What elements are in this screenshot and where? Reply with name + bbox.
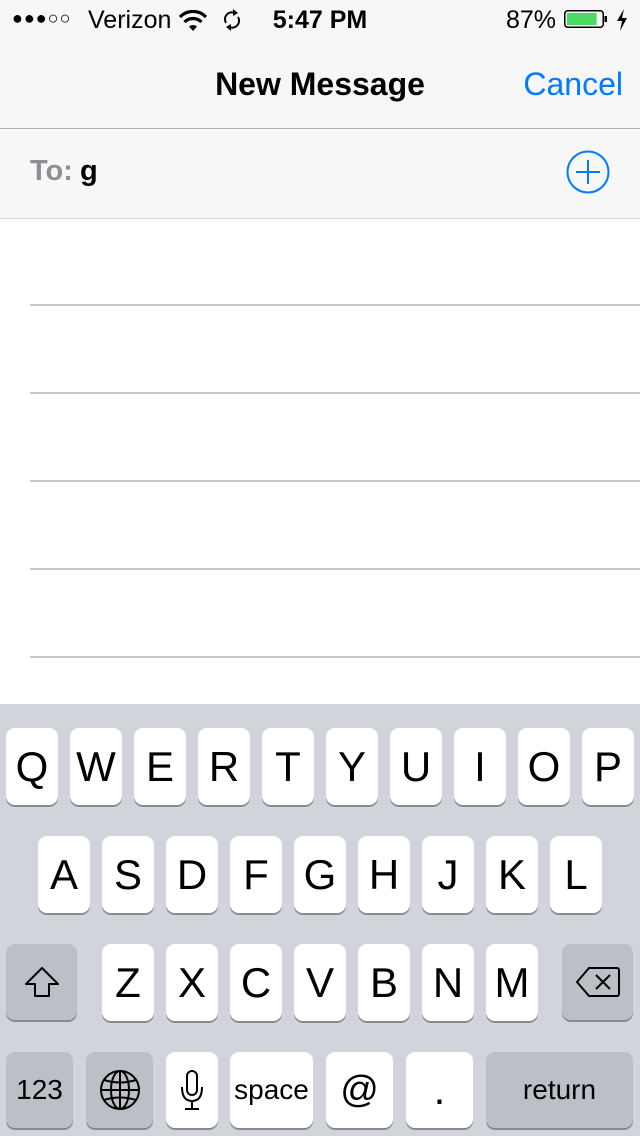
at-key[interactable]: @ xyxy=(326,1052,393,1128)
key-label: P xyxy=(593,742,622,790)
to-label: To: xyxy=(30,155,73,187)
key-label: S xyxy=(113,850,142,898)
battery-icon xyxy=(564,10,607,28)
backspace-icon xyxy=(575,967,620,997)
key-label: Q xyxy=(15,742,49,790)
key-z[interactable]: Z xyxy=(102,944,154,1021)
key-a[interactable]: A xyxy=(38,836,90,913)
space-key-label: space xyxy=(234,1074,309,1105)
period-key[interactable]: . xyxy=(406,1052,473,1128)
key-f[interactable]: F xyxy=(230,836,282,913)
microphone-icon xyxy=(181,1070,203,1110)
key-label: G xyxy=(303,850,337,898)
key-q[interactable]: Q xyxy=(6,728,58,805)
list-separator xyxy=(30,656,640,658)
key-label: H xyxy=(368,850,400,898)
return-key[interactable]: return xyxy=(486,1052,633,1128)
key-label: J xyxy=(437,850,459,898)
key-y[interactable]: Y xyxy=(326,728,378,805)
key-label: Y xyxy=(337,742,366,790)
key-p[interactable]: P xyxy=(582,728,634,805)
key-label: R xyxy=(208,742,240,790)
key-label: X xyxy=(177,958,206,1006)
delete-key[interactable] xyxy=(562,944,633,1020)
key-label: T xyxy=(275,742,301,790)
key-x[interactable]: X xyxy=(166,944,218,1021)
key-label: D xyxy=(176,850,208,898)
key-w[interactable]: W xyxy=(70,728,122,805)
key-label: K xyxy=(497,850,526,898)
at-key-label: @ xyxy=(340,1069,379,1111)
key-label: N xyxy=(432,958,464,1006)
globe-key[interactable] xyxy=(86,1052,153,1128)
key-label: U xyxy=(400,742,432,790)
space-key[interactable]: space xyxy=(230,1052,313,1128)
key-d[interactable]: D xyxy=(166,836,218,913)
key-t[interactable]: T xyxy=(262,728,314,805)
list-separator xyxy=(30,392,640,394)
key-k[interactable]: K xyxy=(486,836,538,913)
key-label: E xyxy=(145,742,174,790)
key-label: A xyxy=(49,850,78,898)
key-s[interactable]: S xyxy=(102,836,154,913)
list-separator xyxy=(30,480,640,482)
key-n[interactable]: N xyxy=(422,944,474,1021)
recipient-input[interactable] xyxy=(80,155,480,188)
dictation-key[interactable] xyxy=(166,1052,218,1128)
key-i[interactable]: I xyxy=(454,728,506,805)
key-label: W xyxy=(76,742,116,790)
key-l[interactable]: L xyxy=(550,836,602,913)
shift-arrow-icon xyxy=(24,967,59,997)
key-b[interactable]: B xyxy=(358,944,410,1021)
list-separator xyxy=(30,304,640,306)
shift-key[interactable] xyxy=(6,944,77,1020)
key-label: I xyxy=(474,742,486,790)
recipient-field-row: To: xyxy=(0,129,640,219)
globe-icon xyxy=(99,1070,140,1110)
key-g[interactable]: G xyxy=(294,836,346,913)
key-u[interactable]: U xyxy=(390,728,442,805)
key-label: M xyxy=(494,958,530,1006)
return-key-label: return xyxy=(522,1074,597,1105)
key-e[interactable]: E xyxy=(134,728,186,805)
add-contact-plus-icon[interactable] xyxy=(566,150,610,194)
list-separator xyxy=(30,568,640,570)
key-label: B xyxy=(369,958,398,1006)
key-r[interactable]: R xyxy=(198,728,250,805)
key-j[interactable]: J xyxy=(422,836,474,913)
key-o[interactable]: O xyxy=(518,728,570,805)
key-m[interactable]: M xyxy=(486,944,538,1021)
key-h[interactable]: H xyxy=(358,836,410,913)
battery-fill xyxy=(567,13,597,25)
keyboard: QWERTYUIOP ASDFGHJKL ZXCVBNM 123 space @… xyxy=(0,704,640,1136)
key-label: F xyxy=(243,850,269,898)
key-label: V xyxy=(305,958,334,1006)
battery-percentage: 87% xyxy=(505,6,556,34)
navigation-bar: ●●●○○ Verizon 5:47 PM 87% New Message Ca… xyxy=(0,0,640,129)
key-label: Z xyxy=(115,958,141,1006)
numbers-key-label: 123 xyxy=(16,1074,63,1105)
key-label: C xyxy=(240,958,272,1006)
cancel-button[interactable]: Cancel xyxy=(523,66,623,103)
suggestion-list xyxy=(0,219,640,704)
charging-bolt-icon xyxy=(617,9,627,31)
period-key-label: . xyxy=(433,1066,446,1113)
key-c[interactable]: C xyxy=(230,944,282,1021)
numbers-key[interactable]: 123 xyxy=(6,1052,73,1128)
key-label: L xyxy=(564,850,588,898)
key-label: O xyxy=(527,742,561,790)
key-v[interactable]: V xyxy=(294,944,346,1021)
